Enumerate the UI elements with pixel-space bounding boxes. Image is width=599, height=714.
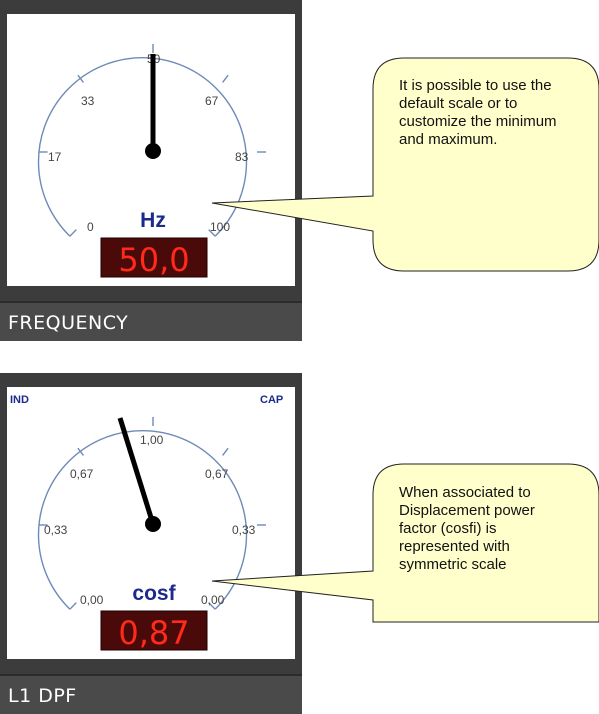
callout-text: When associated to Displacement power fa…: [399, 484, 535, 573]
dpf-title-bar: L1 DPF: [0, 674, 302, 714]
callout-bubble: [211, 57, 599, 272]
frequency-title-bar: FREQUENCY: [0, 301, 302, 341]
callout-text-clip: When associated to Displacement power fa…: [399, 484, 559, 621]
callout-frequency: It is possible to use the default scale …: [0, 0, 599, 300]
corner-label-ind: IND: [10, 394, 29, 406]
corner-label-cap: CAP: [260, 394, 283, 406]
meter-title: L1 DPF: [8, 685, 77, 707]
callout-text: It is possible to use the default scale …: [399, 77, 557, 148]
callout-dpf: When associated to Displacement power fa…: [0, 440, 599, 640]
meter-title: FREQUENCY: [8, 312, 129, 334]
